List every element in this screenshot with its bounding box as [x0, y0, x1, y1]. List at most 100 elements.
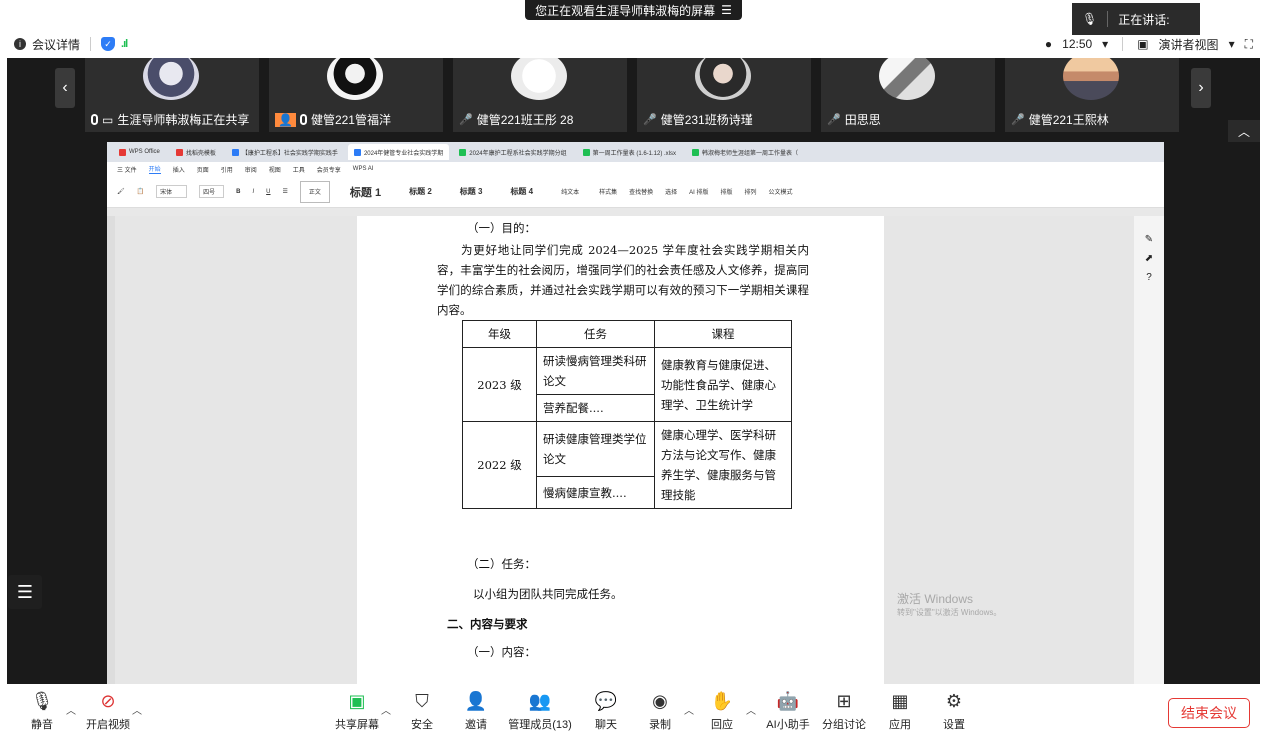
security-label: 安全	[411, 719, 433, 731]
align-icon[interactable]: ☰	[283, 188, 288, 195]
invite-button[interactable]: 👤 邀请	[444, 690, 508, 732]
meeting-details-link[interactable]: 会议详情	[32, 36, 80, 53]
wps-menu-item[interactable]: 会员专享	[317, 165, 341, 174]
collapse-strip-button[interactable]: ︿	[1228, 120, 1260, 142]
select-button[interactable]: 选择	[665, 187, 677, 196]
heading-content: （一）内容：	[467, 645, 536, 659]
wps-document-tab[interactable]: 韩淑梅老师生涯组第一周工作量表（	[686, 144, 804, 160]
participant-tile[interactable]: 🎤 健管221班王彤 28	[453, 58, 627, 132]
fullscreen-icon[interactable]: ⛶	[1245, 37, 1253, 52]
ai-layout-button[interactable]: AI 排版	[689, 187, 708, 196]
underline-icon[interactable]: U	[266, 189, 270, 195]
view-mode-dropdown[interactable]: 演讲者视图	[1159, 36, 1219, 53]
list-icon[interactable]: ☰	[721, 3, 732, 17]
course-cell: 健康教育与健康促进、功能性食品学、健康心理学、卫生统计学	[654, 347, 792, 422]
user-icon: 👤	[275, 112, 296, 127]
task-cell: 营养配餐....	[536, 394, 655, 422]
table-row: 2023 级 研读慢病管理类科研论文 健康教育与健康促进、功能性食品学、健康心理…	[462, 347, 792, 422]
style-set-button[interactable]: 样式集	[599, 187, 617, 196]
style-heading-1[interactable]: 标题 1	[342, 181, 389, 203]
avatar	[327, 58, 383, 100]
style-heading-2[interactable]: 标题 2	[401, 181, 440, 203]
ai-assistant-button[interactable]: 🤖 AI小助手	[756, 690, 820, 732]
document-type-icon	[692, 148, 700, 156]
arrange-button[interactable]: 排列	[745, 187, 757, 196]
share-label: 共享屏幕	[335, 719, 379, 731]
wps-document-tab[interactable]: 2024年健管专业社会实践学期	[347, 144, 450, 160]
official-doc-mode-button[interactable]: 公文模式	[769, 187, 793, 196]
chevron-down-icon[interactable]: ▾	[1229, 37, 1235, 51]
breakout-button[interactable]: ⊞ 分组讨论	[812, 690, 876, 732]
select-icon[interactable]: ⬈	[1134, 253, 1164, 264]
wps-menu-item[interactable]: 插入	[173, 165, 185, 174]
tab-label: 2024年健管专业社会实践学期	[363, 150, 444, 157]
wps-menu-item[interactable]: 审阅	[245, 165, 257, 174]
bold-icon[interactable]: B	[236, 189, 240, 195]
table-header: 课程	[654, 320, 792, 348]
chevron-up-icon[interactable]: ︿	[66, 702, 76, 717]
font-selector[interactable]: 宋体	[156, 185, 188, 198]
record-button[interactable]: ◉ 录制	[628, 690, 692, 732]
wps-document-tab[interactable]: 【康护工程系】社会实践学期实践手	[226, 144, 344, 160]
wps-document-tab[interactable]: WPS Office	[113, 144, 166, 160]
pen-icon[interactable]: ✎	[1134, 234, 1164, 245]
wps-menu-item[interactable]: 三 文件	[117, 165, 137, 174]
course-cell: 健康心理学、医学科研方法与论文写作、健康养生学、健康服务与管理技能	[654, 421, 792, 509]
style-heading-4[interactable]: 标题 4	[502, 181, 541, 203]
style-normal[interactable]: 正文	[299, 180, 330, 203]
react-button[interactable]: ✋ 回应	[690, 690, 754, 732]
right-tool-panel: ✎ ⬈ ?	[1134, 216, 1164, 684]
divider	[1122, 37, 1124, 51]
menu-list-button[interactable]: ☰	[8, 575, 42, 609]
settings-button[interactable]: ⚙ 设置	[922, 690, 986, 732]
format-painter-icon[interactable]: 🖌	[117, 188, 125, 195]
participant-tile[interactable]: 🎤 健管221王熙林	[1005, 58, 1179, 132]
italic-icon[interactable]: I	[252, 189, 254, 195]
wps-document-tab[interactable]: 2024年康护工程系社会实践学期分组	[453, 144, 572, 160]
end-meeting-button[interactable]: 结束会议	[1168, 698, 1250, 728]
participant-tile[interactable]: 👤 健管221管福洋	[269, 58, 443, 132]
font-size-selector[interactable]: 四号	[199, 185, 225, 198]
wps-document-tab[interactable]: 找稻壳模板	[170, 144, 222, 160]
strip-next-button[interactable]: ›	[1191, 68, 1211, 108]
mute-button[interactable]: 🎙 静音	[10, 690, 74, 732]
windows-activation-watermark: 激活 Windows 转到"设置"以激活 Windows。	[897, 592, 1001, 620]
manage-members-button[interactable]: 👥 管理成员(13)	[505, 690, 575, 732]
breakout-label: 分组讨论	[822, 719, 866, 731]
network-signal-icon[interactable]: .ıl	[121, 38, 128, 50]
wps-menu-item[interactable]: 视图	[269, 165, 281, 174]
microphone-off-icon: 🎤	[643, 114, 657, 126]
share-screen-button[interactable]: ▣ 共享屏幕	[325, 690, 389, 732]
strip-prev-button[interactable]: ‹	[55, 68, 75, 108]
chevron-down-icon[interactable]: ▾	[1102, 37, 1108, 51]
wps-menu-item[interactable]: WPS AI	[353, 166, 374, 172]
chat-label: 聊天	[595, 719, 617, 731]
participant-tile[interactable]: ▭ 生涯导师韩淑梅正在共享	[85, 58, 259, 132]
style-heading-3[interactable]: 标题 3	[452, 181, 491, 203]
wps-menu-item[interactable]: 开始	[148, 164, 161, 174]
wps-document-tab[interactable]: 第一周工作量表 (1.6-1.12) .xlsx	[577, 144, 682, 160]
paste-icon[interactable]: 📋	[137, 188, 144, 195]
document-area: （一）目的： 为更好地让同学们完成 2024—2025 学年度社会实践学期相关内…	[107, 216, 1164, 684]
chevron-up-icon[interactable]: ︿	[132, 702, 142, 717]
style-plain-text[interactable]: 纯文本	[553, 181, 587, 203]
document-page[interactable]: （一）目的： 为更好地让同学们完成 2024—2025 学年度社会实践学期相关内…	[357, 216, 884, 684]
wps-menu-item[interactable]: 页面	[197, 165, 209, 174]
find-replace-button[interactable]: 查找替换	[629, 187, 653, 196]
meeting-time: 12:50	[1062, 37, 1093, 51]
section-heading: 二、内容与要求	[447, 617, 528, 631]
security-shield-icon[interactable]: ✓	[101, 37, 116, 51]
avatar	[695, 58, 751, 100]
layout-button[interactable]: 排版	[721, 187, 733, 196]
screen-share-banner[interactable]: 您正在观看生涯导师韩淑梅的屏幕 ☰	[525, 0, 742, 20]
video-button[interactable]: ⊘ 开启视频	[76, 690, 140, 732]
chat-icon: 💬	[594, 690, 618, 711]
wps-menu-item[interactable]: 工具	[293, 165, 305, 174]
chevron-up-icon[interactable]: ︿	[746, 702, 756, 717]
wps-ribbon: 🖌 📋 宋体 四号 B I U ☰ 正文 标题 1 标题 2 标题 3 标题 4…	[107, 176, 1164, 208]
participant-tile[interactable]: 🎤 健管231班杨诗瑾	[637, 58, 811, 132]
participant-tile[interactable]: 🎤 田思思	[821, 58, 995, 132]
record-icon: ◉	[652, 690, 668, 711]
help-icon[interactable]: ?	[1134, 272, 1164, 283]
wps-menu-item[interactable]: 引用	[221, 165, 233, 174]
